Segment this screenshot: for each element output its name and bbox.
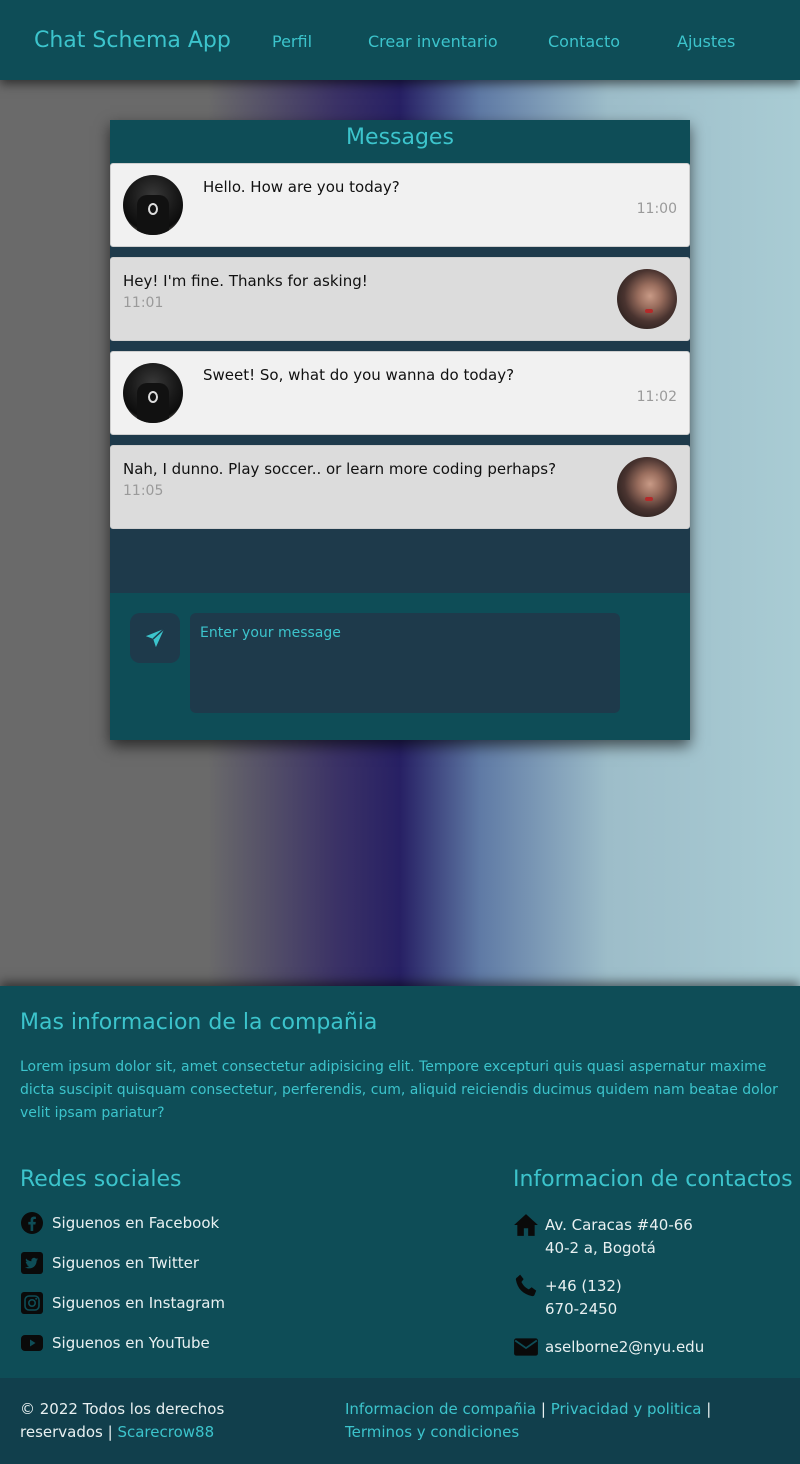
app-brand[interactable]: Chat Schema App bbox=[34, 28, 231, 53]
address-line-2: 40-2 a, Bogotá bbox=[545, 1239, 656, 1257]
social-label: Siguenos en Twitter bbox=[52, 1254, 199, 1272]
nav-link-contacto[interactable]: Contacto bbox=[548, 32, 620, 51]
separator: | bbox=[706, 1400, 712, 1418]
social-link-youtube[interactable]: Siguenos en YouTube bbox=[20, 1330, 210, 1356]
phone-line-1: +46 (132) bbox=[545, 1277, 622, 1295]
message-input[interactable] bbox=[190, 613, 620, 713]
social-label: Siguenos en Instagram bbox=[52, 1294, 226, 1312]
top-navbar: Chat Schema App Perfil Crear inventario … bbox=[0, 0, 800, 80]
message-time: 11:01 bbox=[123, 295, 164, 311]
link-privacidad[interactable]: Privacidad y politica bbox=[551, 1400, 702, 1418]
twitter-icon bbox=[21, 1252, 43, 1274]
message-item: Sweet! So, what do you wanna do today? 1… bbox=[110, 351, 690, 435]
social-label: Siguenos en YouTube bbox=[52, 1334, 210, 1352]
send-button[interactable] bbox=[130, 613, 180, 663]
copyright: © 2022 Todos los derechos reservados | S… bbox=[20, 1398, 310, 1444]
message-text: Nah, I dunno. Play soccer.. or learn mor… bbox=[123, 460, 557, 478]
message-time: 11:02 bbox=[636, 389, 677, 405]
home-icon bbox=[514, 1214, 538, 1236]
contact-email[interactable]: aselborne2@nyu.edu bbox=[513, 1336, 704, 1360]
social-link-twitter[interactable]: Siguenos en Twitter bbox=[20, 1250, 199, 1276]
envelope-icon bbox=[514, 1338, 538, 1356]
about-text: Lorem ipsum dolor sit, amet consectetur … bbox=[20, 1059, 778, 1121]
link-informacion-compania[interactable]: Informacion de compañia bbox=[345, 1400, 536, 1418]
phone-line-2: 670-2450 bbox=[545, 1300, 618, 1318]
chat-window: Messages Hello. How are you today? 11:00… bbox=[110, 120, 690, 740]
nav-link-perfil[interactable]: Perfil bbox=[272, 32, 312, 51]
author-link[interactable]: Scarecrow88 bbox=[117, 1423, 214, 1441]
link-terminos[interactable]: Terminos y condiciones bbox=[345, 1423, 519, 1441]
chat-title: Messages bbox=[110, 120, 690, 164]
message-text: Sweet! So, what do you wanna do today? bbox=[203, 366, 515, 384]
message-text: Hey! I'm fine. Thanks for asking! bbox=[123, 272, 368, 290]
facebook-icon bbox=[21, 1212, 43, 1234]
about-title: Mas informacion de la compañia bbox=[20, 1010, 378, 1035]
contact-title: Informacion de contactos bbox=[513, 1167, 793, 1192]
compose-area bbox=[110, 593, 690, 740]
avatar bbox=[123, 175, 183, 235]
address-line-1: Av. Caracas #40-66 bbox=[545, 1216, 693, 1234]
instagram-icon bbox=[21, 1292, 43, 1314]
message-item: Nah, I dunno. Play soccer.. or learn mor… bbox=[110, 445, 690, 529]
message-time: 11:05 bbox=[123, 483, 164, 499]
footer: Mas informacion de la compañia Lorem ips… bbox=[0, 986, 800, 1378]
social-link-instagram[interactable]: Siguenos en Instagram bbox=[20, 1290, 225, 1316]
social-title: Redes sociales bbox=[20, 1167, 182, 1192]
message-text: Hello. How are you today? bbox=[203, 178, 400, 196]
social-link-facebook[interactable]: Siguenos en Facebook bbox=[20, 1210, 219, 1236]
nav-link-ajustes[interactable]: Ajustes bbox=[677, 32, 735, 51]
contact-phone: +46 (132) 670-2450 bbox=[513, 1274, 622, 1321]
message-item: Hello. How are you today? 11:00 bbox=[110, 163, 690, 247]
avatar bbox=[617, 457, 677, 517]
social-label: Siguenos en Facebook bbox=[52, 1214, 220, 1232]
message-item: Hey! I'm fine. Thanks for asking! 11:01 bbox=[110, 257, 690, 341]
email-address: aselborne2@nyu.edu bbox=[545, 1338, 705, 1356]
message-time: 11:00 bbox=[636, 201, 677, 217]
send-icon bbox=[145, 628, 165, 648]
avatar bbox=[123, 363, 183, 423]
phone-icon bbox=[515, 1274, 537, 1297]
contact-address: Av. Caracas #40-66 40-2 a, Bogotá bbox=[513, 1214, 693, 1260]
bottom-bar: © 2022 Todos los derechos reservados | S… bbox=[0, 1378, 800, 1464]
nav-link-crear-inventario[interactable]: Crear inventario bbox=[368, 32, 498, 51]
youtube-icon bbox=[21, 1335, 43, 1351]
legal-links: Informacion de compañia | Privacidad y p… bbox=[345, 1398, 765, 1444]
avatar bbox=[617, 269, 677, 329]
separator: | bbox=[540, 1400, 546, 1418]
